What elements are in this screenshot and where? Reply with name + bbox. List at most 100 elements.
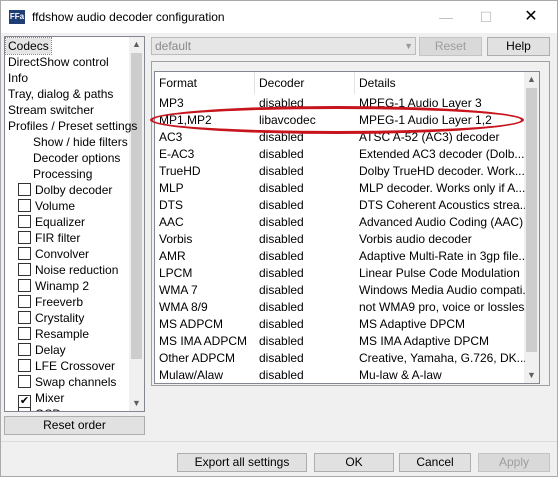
checkbox[interactable] bbox=[18, 375, 31, 388]
sidebar-item[interactable]: Swap channels bbox=[18, 374, 116, 390]
table-row[interactable]: MS ADPCM disabled MS Adaptive DPCM bbox=[155, 316, 525, 333]
sidebar-item[interactable]: Dolby decoder bbox=[18, 182, 112, 198]
table-row[interactable]: AMR disabled Adaptive Multi-Rate in 3gp fi… bbox=[155, 248, 525, 265]
table-scrollbar[interactable]: ▲ ▼ bbox=[524, 72, 539, 383]
sidebar-item[interactable]: ✔ Mixer bbox=[18, 390, 64, 408]
sidebar-item[interactable]: Codecs bbox=[5, 37, 52, 55]
sidebar-item-label: Volume bbox=[35, 199, 76, 213]
sidebar-item[interactable]: Info bbox=[8, 70, 28, 86]
reset-button[interactable]: Reset bbox=[419, 37, 482, 56]
ok-button[interactable]: OK bbox=[314, 453, 394, 472]
sidebar-item[interactable]: Decoder options bbox=[33, 150, 120, 166]
checkbox[interactable] bbox=[18, 215, 31, 228]
export-all-settings-button[interactable]: Export all settings bbox=[177, 453, 307, 472]
table-row[interactable]: MS IMA ADPCM disabled MS IMA Adaptive DPCM bbox=[155, 333, 525, 350]
details-cell: ATSC A-52 (AC3) decoder bbox=[359, 130, 500, 144]
checkbox[interactable] bbox=[18, 311, 31, 324]
sidebar-item[interactable]: DirectShow control bbox=[8, 54, 109, 70]
column-header-format[interactable]: Format bbox=[155, 72, 255, 94]
sidebar-item-label: Codecs bbox=[8, 39, 49, 53]
decoder-cell: disabled bbox=[259, 368, 304, 382]
checkbox[interactable] bbox=[18, 327, 31, 340]
sidebar-item[interactable]: Noise reduction bbox=[18, 262, 118, 278]
table-row[interactable]: MLP disabled MLP decoder. Works only if A.… bbox=[155, 180, 525, 197]
checkbox[interactable] bbox=[18, 407, 31, 411]
sidebar-item[interactable]: FIR filter bbox=[18, 230, 80, 246]
sidebar-scrollbar[interactable]: ▲ ▼ bbox=[129, 37, 144, 411]
details-cell: Linear Pulse Code Modulation bbox=[359, 266, 520, 280]
checkbox[interactable] bbox=[18, 247, 31, 260]
reset-order-button[interactable]: Reset order bbox=[4, 416, 145, 435]
column-header-details[interactable]: Details bbox=[355, 72, 525, 94]
sidebar-item[interactable]: Equalizer bbox=[18, 214, 85, 230]
column-header-decoder[interactable]: Decoder bbox=[255, 72, 355, 94]
help-button[interactable]: Help bbox=[487, 37, 550, 56]
table-row[interactable]: Mulaw/Alaw disabled Mu-law & A-law bbox=[155, 367, 525, 383]
table-row[interactable]: AAC disabled Advanced Audio Coding (AAC) bbox=[155, 214, 525, 231]
codec-table[interactable]: Format Decoder Details ▲ ▼ MP3 disabled MP… bbox=[154, 71, 540, 384]
sidebar-item[interactable]: Resample bbox=[18, 326, 89, 342]
scroll-up-icon[interactable]: ▲ bbox=[524, 72, 539, 87]
sidebar-item[interactable]: Processing bbox=[33, 166, 92, 182]
scroll-down-icon[interactable]: ▼ bbox=[524, 368, 539, 383]
sidebar-item-label: Noise reduction bbox=[35, 263, 119, 277]
table-row[interactable]: WMA 7 disabled Windows Media Audio compati… bbox=[155, 282, 525, 299]
sidebar-item[interactable]: Volume bbox=[18, 198, 75, 214]
format-cell: Vorbis bbox=[159, 232, 193, 246]
minimize-icon[interactable]: — bbox=[431, 5, 461, 29]
preset-combo[interactable]: default ▼ bbox=[151, 37, 416, 55]
details-cell: Mu-law & A-law bbox=[359, 368, 442, 382]
close-icon[interactable]: ✕ bbox=[516, 5, 546, 29]
sidebar-item[interactable]: Crystality bbox=[18, 310, 84, 326]
sidebar-item[interactable]: OSD bbox=[18, 406, 61, 411]
sidebar-scroll-thumb[interactable] bbox=[131, 53, 142, 359]
checkbox[interactable] bbox=[18, 295, 31, 308]
checkbox[interactable] bbox=[18, 359, 31, 372]
cancel-button[interactable]: Cancel bbox=[399, 453, 471, 472]
sidebar-item[interactable]: Freeverb bbox=[18, 294, 83, 310]
checkbox[interactable] bbox=[18, 231, 31, 244]
sidebar-item-label: Swap channels bbox=[35, 375, 117, 389]
sidebar-item[interactable]: LFE Crossover bbox=[18, 358, 115, 374]
table-row[interactable]: WMA 8/9 disabled not WMA9 pro, voice or lo… bbox=[155, 299, 525, 316]
format-cell: MP3 bbox=[159, 96, 184, 110]
sidebar-item-label: OSD bbox=[35, 407, 61, 411]
sidebar-item[interactable]: Stream switcher bbox=[8, 102, 94, 118]
checkbox[interactable] bbox=[18, 279, 31, 292]
details-cell: Dolby TrueHD decoder. Work... bbox=[359, 164, 525, 178]
chevron-down-icon: ▼ bbox=[404, 41, 413, 51]
table-row[interactable]: MP3 disabled MPEG-1 Audio Layer 3 bbox=[155, 95, 525, 112]
sidebar-item[interactable]: Show / hide filters bbox=[33, 134, 128, 150]
format-cell: MS ADPCM bbox=[159, 317, 224, 331]
app-logo-icon: FFa bbox=[9, 10, 25, 24]
checkbox[interactable] bbox=[18, 183, 31, 196]
table-row[interactable]: TrueHD disabled Dolby TrueHD decoder. Work… bbox=[155, 163, 525, 180]
sidebar-item[interactable]: Delay bbox=[18, 342, 66, 358]
table-row[interactable]: E-AC3 disabled Extended AC3 decoder (Dolb.… bbox=[155, 146, 525, 163]
table-row[interactable]: Vorbis disabled Vorbis audio decoder bbox=[155, 231, 525, 248]
sidebar-item[interactable]: Profiles / Preset settings bbox=[8, 118, 137, 134]
maximize-icon[interactable]: ☐ bbox=[471, 5, 501, 29]
settings-tree[interactable]: ▲ ▼ Codecs DirectShow control Info Tray, di… bbox=[4, 36, 145, 412]
preset-combo-value: default bbox=[155, 39, 192, 53]
details-cell: Advanced Audio Coding (AAC) bbox=[359, 215, 524, 229]
details-cell: Extended AC3 decoder (Dolb... bbox=[359, 147, 525, 161]
scroll-up-icon[interactable]: ▲ bbox=[129, 37, 144, 52]
table-row[interactable]: MP1,MP2 libavcodec MPEG-1 Audio Layer 1,2 bbox=[155, 112, 525, 129]
sidebar-item[interactable]: Convolver bbox=[18, 246, 89, 262]
checkbox[interactable] bbox=[18, 263, 31, 276]
decoder-cell: disabled bbox=[259, 147, 304, 161]
table-row[interactable]: Other ADPCM disabled Creative, Yamaha, G.7… bbox=[155, 350, 525, 367]
apply-button[interactable]: Apply bbox=[478, 453, 550, 472]
sidebar-item[interactable]: Winamp 2 bbox=[18, 278, 89, 294]
table-row[interactable]: LPCM disabled Linear Pulse Code Modulation bbox=[155, 265, 525, 282]
decoder-cell: disabled bbox=[259, 164, 304, 178]
sidebar-item[interactable]: Tray, dialog & paths bbox=[8, 86, 113, 102]
decoder-cell: disabled bbox=[259, 181, 304, 195]
table-row[interactable]: DTS disabled DTS Coherent Acoustics strea.… bbox=[155, 197, 525, 214]
table-scroll-thumb[interactable] bbox=[526, 88, 537, 352]
table-row[interactable]: AC3 disabled ATSC A-52 (AC3) decoder bbox=[155, 129, 525, 146]
scroll-down-icon[interactable]: ▼ bbox=[129, 396, 144, 411]
checkbox[interactable] bbox=[18, 199, 31, 212]
checkbox[interactable] bbox=[18, 343, 31, 356]
